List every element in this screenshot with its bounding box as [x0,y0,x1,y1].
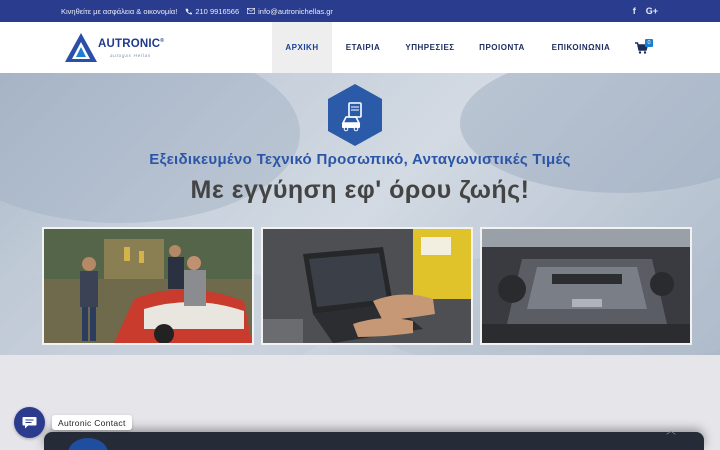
chat-button[interactable] [14,407,45,438]
hero-headline: Εξειδικευμένο Τεχνικό Προσωπικό, Ανταγων… [149,151,571,168]
phone-link[interactable]: 210 9916566 [185,7,239,16]
nav-home[interactable]: ΑΡΧΙΚΗ [272,22,332,73]
top-info-bar: Κινηθείτε με ασφάλεια & οικονομία! 210 9… [0,0,720,22]
cart-button[interactable]: 0 [635,39,655,55]
scroll-to-top-button[interactable]: ︿ [664,422,678,437]
logo-tagline: autogas Hellas [110,53,151,58]
logo-triangle-icon [65,33,97,62]
hero-slider: Εξειδικευμένο Τεχνικό Προσωπικό, Ανταγων… [0,73,720,355]
team-photo [42,227,254,345]
google-plus-icon[interactable]: G+ [646,6,658,16]
banner-logo-fragment [68,438,108,450]
hero-subheadline: Με εγγύηση εφ' όρου ζωής! [190,176,530,204]
email-link[interactable]: info@autronichellas.gr [247,7,333,16]
chevron-up-icon: ︿ [666,425,676,437]
facebook-icon[interactable]: f [633,6,636,16]
nav-company[interactable]: ΕΤΑΙΡΙΑ [332,22,394,73]
slogan: Κινηθείτε με ασφάλεια & οικονομία! [61,6,178,16]
nav-products[interactable]: ΠΡΟΙΟΝΤΑ [466,22,538,73]
chat-icon [22,417,37,429]
engine-bay-photo [480,227,692,345]
cart-count-badge: 0 [645,39,653,47]
phone-icon [186,8,193,14]
featured-banner-edge [44,432,704,450]
main-nav: ΑΡΧΙΚΗ ΕΤΑΙΡΙΑ ΥΠΗΡΕΣΙΕΣ ΠΡΟΙΟΝΤΑ ΕΠΙΚΟΙ… [272,22,624,73]
logo-brand: AUTRONIC® [98,38,165,50]
site-header: AUTRONIC® autogas Hellas ΑΡΧΙΚΗ ΕΤΑΙΡΙΑ … [0,22,720,73]
envelope-icon [247,8,256,14]
car-diagnostic-icon [328,84,382,146]
nav-services[interactable]: ΥΠΗΡΕΣΙΕΣ [394,22,466,73]
laptop-diagnostics-photo [261,227,473,345]
site-logo[interactable]: AUTRONIC® autogas Hellas [64,32,174,64]
chat-label[interactable]: Autronic Contact [52,415,132,430]
nav-contact[interactable]: ΕΠΙΚΟΙΝΩΝΙΑ [538,22,624,73]
